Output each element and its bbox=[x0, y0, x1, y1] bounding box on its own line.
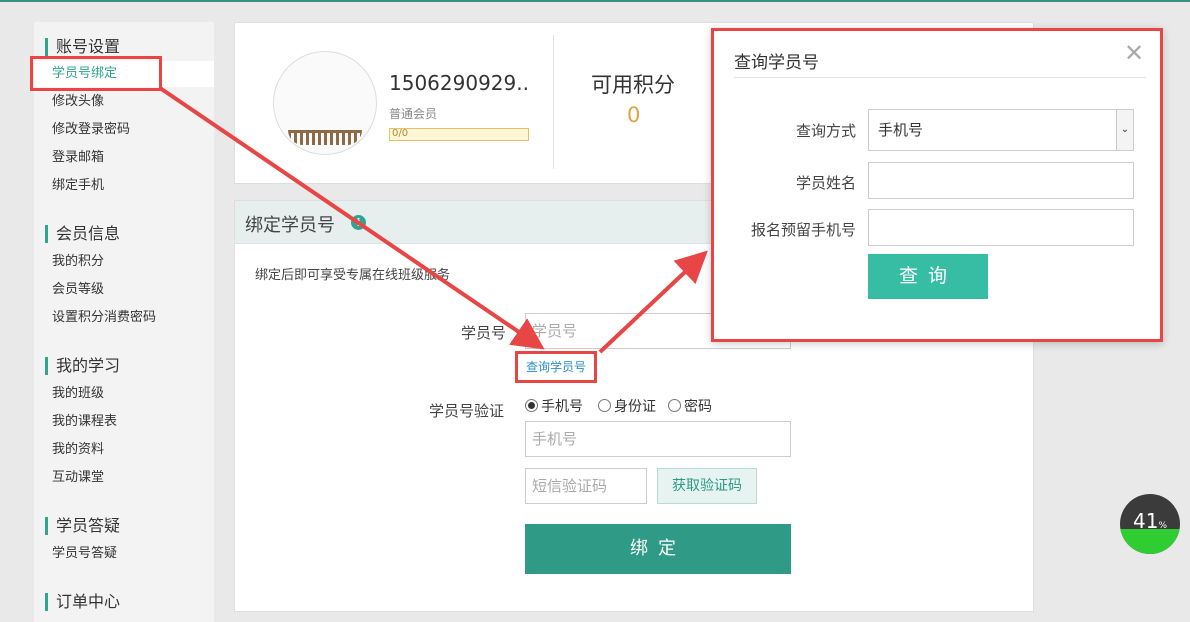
member-level: 普通会员 bbox=[389, 107, 438, 121]
radio-dot-icon bbox=[598, 399, 611, 412]
info-icon[interactable]: i bbox=[351, 215, 366, 230]
username: 1506290929.. bbox=[389, 71, 529, 95]
sidebar-item-student-qa[interactable]: 学员号答疑 bbox=[52, 546, 117, 562]
progress-text: 41% bbox=[1120, 509, 1180, 533]
level-progress-text: 0/0 bbox=[392, 128, 409, 139]
radio-phone[interactable]: 手机号 bbox=[525, 396, 583, 416]
sidebar: 账号设置 学员号绑定 修改头像 修改登录密码 登录邮箱 绑定手机 会员信息 我的… bbox=[34, 22, 214, 622]
modal-divider bbox=[734, 77, 1146, 78]
query-method-value: 手机号 bbox=[878, 121, 924, 139]
radio-password-label: 密码 bbox=[684, 399, 712, 415]
radio-dot-icon bbox=[668, 399, 681, 412]
sms-code-input[interactable] bbox=[525, 468, 647, 504]
close-icon[interactable]: ✕ bbox=[1124, 41, 1144, 65]
query-student-id-link[interactable]: 查询学员号 bbox=[515, 351, 597, 383]
phone-input[interactable] bbox=[525, 421, 791, 457]
avatar[interactable] bbox=[273, 51, 377, 155]
sidebar-highlight-box bbox=[30, 56, 162, 91]
sidebar-item-change-password[interactable]: 修改登录密码 bbox=[52, 122, 130, 138]
sidebar-section-study: 我的学习 bbox=[45, 357, 120, 375]
chevron-down-icon: ⌄ bbox=[1116, 110, 1133, 150]
student-id-label: 学员号 bbox=[461, 324, 507, 342]
bind-tip-text: 绑定后即可享受专属在线班级服务 bbox=[255, 268, 451, 283]
sidebar-item-interactive-class[interactable]: 互动课堂 bbox=[52, 470, 104, 486]
reserved-phone-label: 报名预留手机号 bbox=[750, 221, 856, 239]
radio-id-card-label: 身份证 bbox=[614, 399, 656, 415]
radio-password[interactable]: 密码 bbox=[668, 396, 712, 416]
top-accent-line bbox=[0, 0, 1190, 2]
points-value: 0 bbox=[627, 103, 641, 127]
progress-value: 41 bbox=[1132, 509, 1159, 533]
progress-widget[interactable]: 41% bbox=[1120, 494, 1180, 554]
level-progress-bar: 0/0 bbox=[389, 128, 529, 141]
radio-id-card[interactable]: 身份证 bbox=[598, 396, 656, 416]
modal-title: 查询学员号 bbox=[734, 53, 819, 73]
sidebar-section-member: 会员信息 bbox=[45, 225, 120, 243]
query-button[interactable]: 查询 bbox=[868, 254, 988, 299]
avatar-fence-image bbox=[288, 130, 362, 145]
bind-submit-button[interactable]: 绑定 bbox=[525, 524, 791, 574]
sidebar-item-member-level[interactable]: 会员等级 bbox=[52, 282, 104, 298]
sidebar-item-my-points[interactable]: 我的积分 bbox=[52, 254, 104, 270]
divider bbox=[553, 35, 554, 169]
query-student-id-modal: 查询学员号 ✕ 查询方式 手机号 ⌄ 学员姓名 报名预留手机号 查询 bbox=[711, 28, 1163, 342]
student-name-input[interactable] bbox=[868, 162, 1134, 199]
radio-phone-label: 手机号 bbox=[541, 399, 583, 415]
student-name-label: 学员姓名 bbox=[795, 174, 856, 192]
get-sms-code-button[interactable]: 获取验证码 bbox=[657, 468, 757, 504]
query-method-label: 查询方式 bbox=[795, 122, 856, 140]
sidebar-section-orders[interactable]: 订单中心 bbox=[45, 593, 120, 611]
bind-panel-title: 绑定学员号 bbox=[245, 215, 335, 236]
sidebar-section-account: 账号设置 bbox=[45, 38, 120, 56]
verify-label: 学员号验证 bbox=[429, 402, 505, 420]
points-label: 可用积分 bbox=[591, 73, 675, 97]
reserved-phone-input[interactable] bbox=[868, 209, 1134, 246]
sidebar-item-my-schedule[interactable]: 我的课程表 bbox=[52, 414, 117, 430]
sidebar-item-my-classes[interactable]: 我的班级 bbox=[52, 386, 104, 402]
sidebar-item-points-password[interactable]: 设置积分消费密码 bbox=[52, 310, 156, 326]
sidebar-item-my-materials[interactable]: 我的资料 bbox=[52, 442, 104, 458]
progress-unit: % bbox=[1158, 521, 1167, 531]
query-method-select[interactable]: 手机号 ⌄ bbox=[868, 109, 1134, 151]
progress-fill bbox=[1120, 529, 1180, 554]
sidebar-item-bind-phone[interactable]: 绑定手机 bbox=[52, 178, 104, 194]
sidebar-section-qa: 学员答疑 bbox=[45, 517, 120, 535]
radio-dot-icon bbox=[525, 399, 538, 412]
sidebar-item-login-email[interactable]: 登录邮箱 bbox=[52, 150, 104, 166]
sidebar-item-change-avatar[interactable]: 修改头像 bbox=[52, 94, 104, 110]
